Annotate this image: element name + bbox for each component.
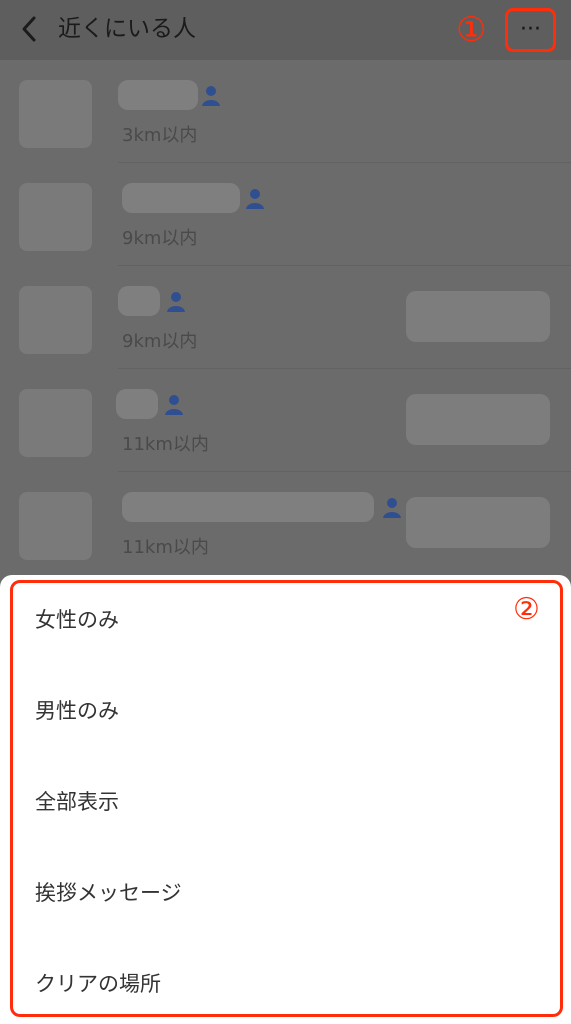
name-redacted: [118, 286, 160, 316]
person-icon: [167, 292, 185, 312]
list-item[interactable]: 11km以内: [0, 472, 571, 575]
avatar[interactable]: [19, 286, 92, 354]
list-item[interactable]: 9km以内: [0, 163, 571, 266]
menu-item-greeting-message[interactable]: 挨拶メッセージ: [35, 878, 182, 908]
list-item[interactable]: 11km以内: [0, 369, 571, 472]
menu-item-female-only[interactable]: 女性のみ: [35, 605, 119, 635]
distance-label: 9km以内: [122, 228, 198, 249]
name-redacted: [122, 183, 240, 213]
more-options-button[interactable]: ···: [505, 8, 556, 52]
distance-label: 9km以内: [122, 331, 198, 352]
name-redacted: [118, 80, 198, 110]
distance-label: 11km以内: [122, 537, 209, 558]
avatar[interactable]: [19, 80, 92, 148]
top-bar: 近くにいる人 ① ···: [0, 0, 571, 60]
menu-item-show-all[interactable]: 全部表示: [35, 787, 119, 817]
action-button[interactable]: [406, 497, 550, 548]
page-title: 近くにいる人: [58, 16, 196, 42]
avatar[interactable]: [19, 492, 92, 560]
callout-number-2: ②: [513, 592, 540, 627]
action-button[interactable]: [406, 291, 550, 342]
distance-label: 11km以内: [122, 434, 209, 455]
callout-number-1: ①: [456, 10, 487, 50]
more-dots-icon: ···: [520, 17, 541, 42]
person-icon: [246, 189, 264, 209]
menu-item-male-only[interactable]: 男性のみ: [35, 696, 119, 726]
menu-item-clear-location[interactable]: クリアの場所: [35, 969, 161, 999]
person-icon: [383, 498, 401, 518]
avatar[interactable]: [19, 183, 92, 251]
back-chevron-icon[interactable]: [14, 12, 44, 46]
list-item[interactable]: 3km以内: [0, 60, 571, 163]
person-icon: [202, 86, 220, 106]
name-redacted: [116, 389, 158, 419]
action-button[interactable]: [406, 394, 550, 445]
person-icon: [165, 395, 183, 415]
name-redacted: [122, 492, 374, 522]
list-item[interactable]: 9km以内: [0, 266, 571, 369]
distance-label: 3km以内: [122, 125, 198, 146]
avatar[interactable]: [19, 389, 92, 457]
